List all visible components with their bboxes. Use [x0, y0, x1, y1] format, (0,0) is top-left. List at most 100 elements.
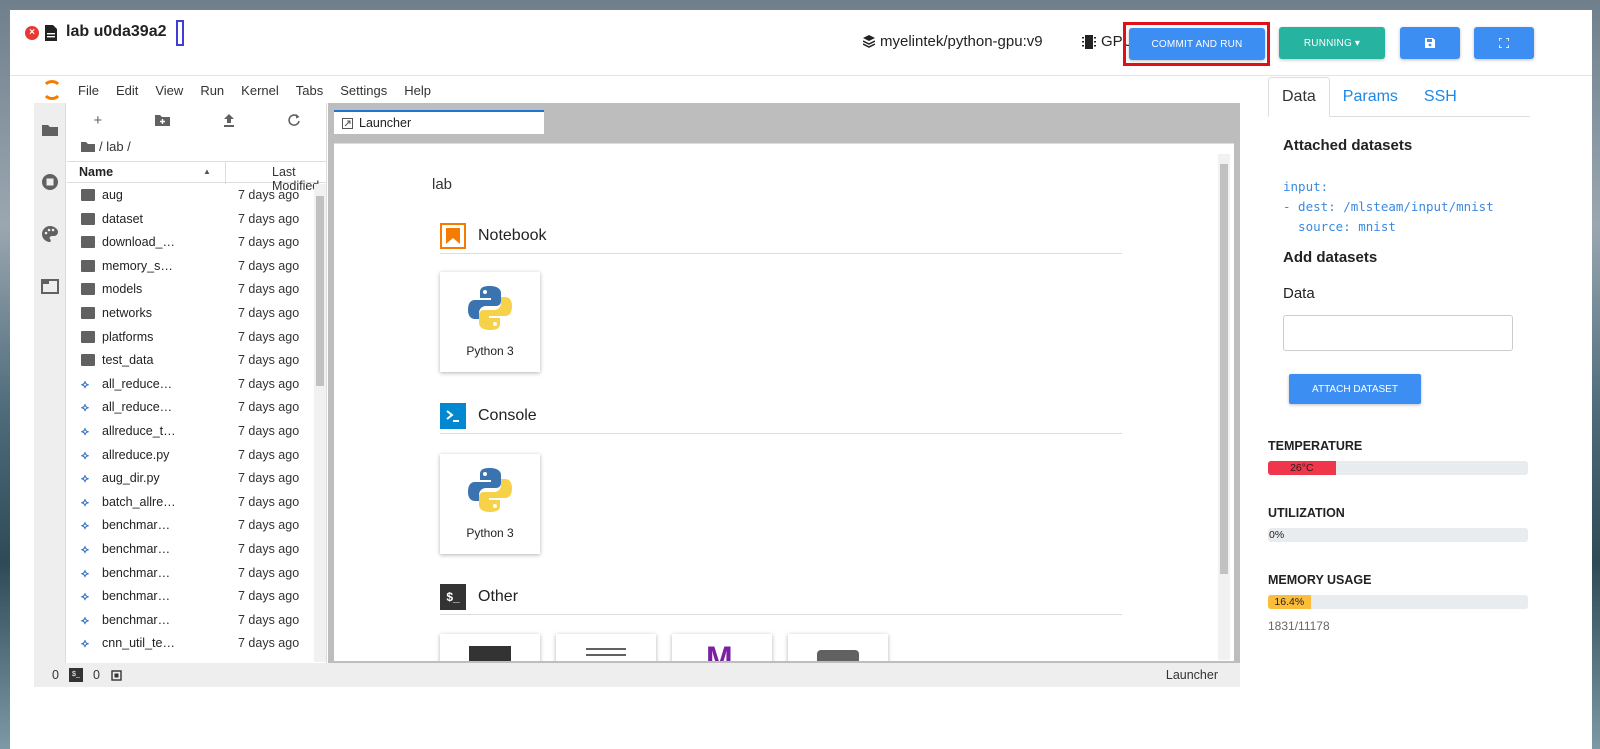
menu-view[interactable]: View	[155, 83, 183, 98]
file-modified: 7 days ago	[238, 400, 300, 415]
console-python3-card[interactable]: Python 3	[440, 454, 540, 554]
file-name: aug	[102, 188, 123, 202]
python-file-icon: ⟡	[81, 518, 89, 533]
file-row[interactable]: ⟡ all_reduce… 7 days ago	[67, 396, 313, 420]
file-row[interactable]: ⟡ allreduce.py 7 days ago	[67, 444, 313, 468]
other-section-icon: $_	[440, 583, 466, 610]
status-count-kernels[interactable]: 0	[52, 668, 59, 682]
add-datasets-title: Add datasets	[1283, 249, 1378, 266]
file-list: aug 7 days ago dataset 7 days ago download_……	[67, 184, 313, 662]
file-row[interactable]: ⟡ cnn_util_te… 7 days ago	[67, 632, 313, 656]
python-file-icon: ⟡	[81, 376, 89, 391]
file-row[interactable]: ⟡ benchmar… 7 days ago	[67, 538, 313, 562]
upload-icon[interactable]	[223, 113, 235, 127]
console-section-icon	[440, 402, 466, 429]
column-name[interactable]: Name	[79, 165, 113, 179]
fullscreen-icon	[1499, 38, 1509, 48]
menu-help[interactable]: Help	[404, 83, 431, 98]
file-name: all_reduce…	[102, 400, 173, 415]
notebook-python3-card[interactable]: Python 3	[440, 272, 540, 372]
file-row[interactable]: platforms 7 days ago	[67, 326, 313, 350]
text-file-card[interactable]	[556, 634, 656, 661]
markdown-card[interactable]: M	[672, 634, 772, 661]
tab-ssh[interactable]: SSH	[1411, 77, 1470, 117]
file-row[interactable]: networks 7 days ago	[67, 302, 313, 326]
file-list-scrollbar[interactable]	[314, 184, 326, 662]
palette-icon[interactable]	[41, 225, 59, 243]
left-sidebar	[34, 103, 66, 663]
file-row[interactable]: models 7 days ago	[67, 278, 313, 302]
menu-file[interactable]: File	[78, 83, 99, 98]
file-modified: 7 days ago	[238, 518, 300, 533]
tab-data[interactable]: Data	[1268, 77, 1330, 117]
python-logo-icon	[468, 286, 512, 330]
refresh-icon[interactable]	[288, 114, 301, 126]
jupyterlab: File Edit View Run Kernel Tabs Settings …	[34, 77, 1240, 687]
menubar: File Edit View Run Kernel Tabs Settings …	[34, 77, 1240, 103]
file-row[interactable]: aug 7 days ago	[67, 184, 313, 208]
chip-icon	[1082, 34, 1096, 49]
tab-params[interactable]: Params	[1330, 77, 1411, 117]
file-modified: 7 days ago	[238, 447, 300, 462]
file-name: benchmar…	[102, 541, 171, 556]
file-modified: 7 days ago	[238, 589, 300, 604]
file-modified: 7 days ago	[238, 235, 300, 250]
file-row[interactable]: ⟡ aug_dir.py 7 days ago	[67, 467, 313, 491]
tab-launcher-label: Launcher	[359, 116, 412, 130]
breadcrumb-path[interactable]: / lab /	[99, 139, 131, 154]
file-row[interactable]: ⟡ benchmar… 7 days ago	[67, 514, 313, 538]
scrollbar-thumb[interactable]	[316, 196, 324, 386]
file-row[interactable]: dataset 7 days ago	[67, 208, 313, 232]
running-dropdown-button[interactable]: RUNNING ▾	[1279, 27, 1385, 59]
file-row[interactable]: memory_s… 7 days ago	[67, 255, 313, 279]
tabs-icon[interactable]	[41, 277, 59, 295]
file-row[interactable]: download_… 7 days ago	[67, 231, 313, 255]
file-row[interactable]: test_data 7 days ago	[67, 349, 313, 373]
menu-kernel[interactable]: Kernel	[241, 83, 279, 98]
menu-tabs[interactable]: Tabs	[296, 83, 323, 98]
sort-ascending-icon: ▲	[203, 167, 211, 176]
launcher-scrollbar[interactable]	[1218, 154, 1230, 660]
datasets-yaml: input: - dest: /mlsteam/input/mnist sour…	[1283, 179, 1494, 234]
tab-launcher[interactable]: Launcher	[334, 110, 544, 134]
file-row[interactable]: ⟡ all_reduce… 7 days ago	[67, 373, 313, 397]
new-launcher-icon[interactable]: +	[94, 112, 103, 129]
terminal-icon	[469, 646, 511, 661]
lab-header: × lab u0da39a2 myelintek/python-gpu:v9 G…	[10, 10, 1592, 76]
file-row[interactable]: ⟡ benchmar… 7 days ago	[67, 585, 313, 609]
section-notebook-label: Notebook	[478, 226, 547, 244]
running-sessions-icon[interactable]	[41, 173, 59, 191]
breadcrumb[interactable]: / lab /	[81, 139, 131, 154]
section-other-label: Other	[478, 587, 519, 605]
commit-and-run-button[interactable]: COMMIT AND RUN	[1129, 28, 1265, 60]
file-name: benchmar…	[102, 565, 171, 580]
file-modified: 7 days ago	[238, 258, 300, 273]
dataset-input[interactable]	[1283, 315, 1513, 351]
file-row[interactable]: ⟡ benchmar… 7 days ago	[67, 562, 313, 586]
help-icon	[817, 650, 859, 661]
folder-icon	[81, 283, 95, 296]
folder-icon[interactable]	[41, 121, 59, 139]
launcher-cwd: lab	[432, 176, 453, 193]
layers-icon	[863, 35, 875, 48]
status-count-terminals[interactable]: 0	[93, 668, 100, 682]
menu-edit[interactable]: Edit	[116, 83, 138, 98]
file-name: allreduce_t…	[102, 423, 176, 438]
fullscreen-button[interactable]	[1474, 27, 1534, 59]
menu-run[interactable]: Run	[200, 83, 224, 98]
attach-dataset-button[interactable]: ATTACH DATASET	[1289, 374, 1421, 404]
new-folder-icon[interactable]	[155, 114, 171, 126]
file-row[interactable]: ⟡ benchmar… 7 days ago	[67, 609, 313, 633]
file-row[interactable]: ⟡ allreduce_t… 7 days ago	[67, 420, 313, 444]
file-row[interactable]: ⟡ batch_allre… 7 days ago	[67, 491, 313, 515]
close-icon[interactable]: ×	[25, 26, 39, 40]
file-name: benchmar…	[102, 612, 171, 627]
file-name: download_…	[102, 235, 175, 250]
contextual-help-card[interactable]	[788, 634, 888, 661]
folder-icon	[81, 212, 95, 225]
launcher-scrollbar-thumb[interactable]	[1220, 164, 1228, 574]
column-divider[interactable]	[225, 162, 226, 184]
menu-settings[interactable]: Settings	[340, 83, 387, 98]
save-button[interactable]	[1400, 27, 1460, 59]
terminal-card[interactable]	[440, 634, 540, 661]
